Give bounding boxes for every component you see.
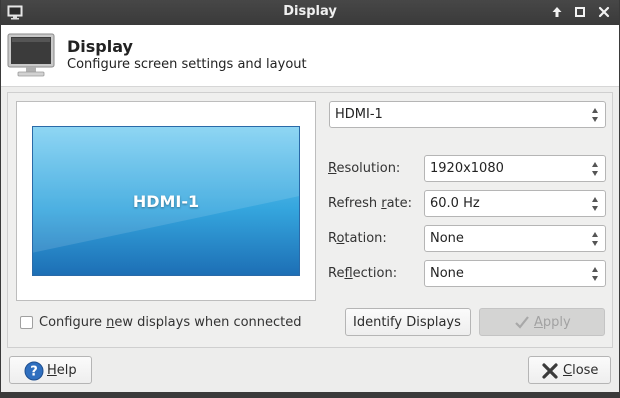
identify-displays-button[interactable]: Identify Displays <box>345 308 471 336</box>
reflection-label: Reflection: <box>328 266 398 281</box>
monitor-screen-tile[interactable]: HDMI-1 <box>32 126 300 276</box>
window-title: Display <box>283 4 337 19</box>
help-button[interactable]: ? Help <box>9 356 92 384</box>
output-select-value: HDMI-1 <box>335 107 383 122</box>
close-button[interactable]: Close <box>528 356 611 384</box>
maximize-up-icon[interactable] <box>550 5 564 19</box>
screen-label: HDMI-1 <box>132 192 200 211</box>
help-label: Help <box>47 363 77 378</box>
close-label: Close <box>563 363 599 378</box>
display-preview: HDMI-1 <box>16 101 316 301</box>
close-x-icon <box>541 362 559 384</box>
help-icon: ? <box>24 361 44 385</box>
resolution-select[interactable]: 1920x1080 <box>424 155 606 182</box>
apply-button[interactable]: Apply <box>479 308 605 336</box>
svg-text:?: ? <box>30 365 38 380</box>
refresh-rate-value: 60.0 Hz <box>430 196 480 211</box>
configure-new-displays-checkbox[interactable] <box>20 316 33 329</box>
header-title: Display <box>67 37 133 56</box>
apply-label: Apply <box>534 315 571 330</box>
spin-arrows-icon <box>591 264 599 284</box>
screen-shine <box>33 127 299 253</box>
close-icon[interactable] <box>597 5 611 19</box>
output-select[interactable]: HDMI-1 <box>329 101 606 128</box>
resolution-label: Resolution: <box>328 161 401 176</box>
display-dialog: Display Display Configure screen setting… <box>0 0 620 396</box>
spin-arrows-icon <box>591 229 599 249</box>
settings-frame: HDMI-1 HDMI-1 Resolution: 1920x1080 Refr… <box>7 92 613 348</box>
reflection-value: None <box>430 266 464 281</box>
restore-icon[interactable] <box>573 5 587 19</box>
header-subtitle: Configure screen settings and layout <box>67 57 307 72</box>
spin-arrows-icon <box>591 159 599 179</box>
resolution-value: 1920x1080 <box>430 161 504 176</box>
spin-arrows-icon <box>591 194 599 214</box>
reflection-select[interactable]: None <box>424 260 606 287</box>
monitor-icon <box>7 33 57 79</box>
check-icon <box>514 314 530 334</box>
rotation-label: Rotation: <box>328 231 387 246</box>
rotation-select[interactable]: None <box>424 225 606 252</box>
dialog-header: Display Configure screen settings and la… <box>1 25 619 87</box>
window-bottom-edge <box>0 392 620 398</box>
configure-new-displays-label: Configure new displays when connected <box>39 315 302 330</box>
rotation-value: None <box>430 231 464 246</box>
title-bar[interactable]: Display <box>1 0 619 25</box>
refresh-rate-select[interactable]: 60.0 Hz <box>424 190 606 217</box>
refresh-rate-label: Refresh rate: <box>328 196 413 211</box>
spin-arrows-icon <box>591 105 599 125</box>
